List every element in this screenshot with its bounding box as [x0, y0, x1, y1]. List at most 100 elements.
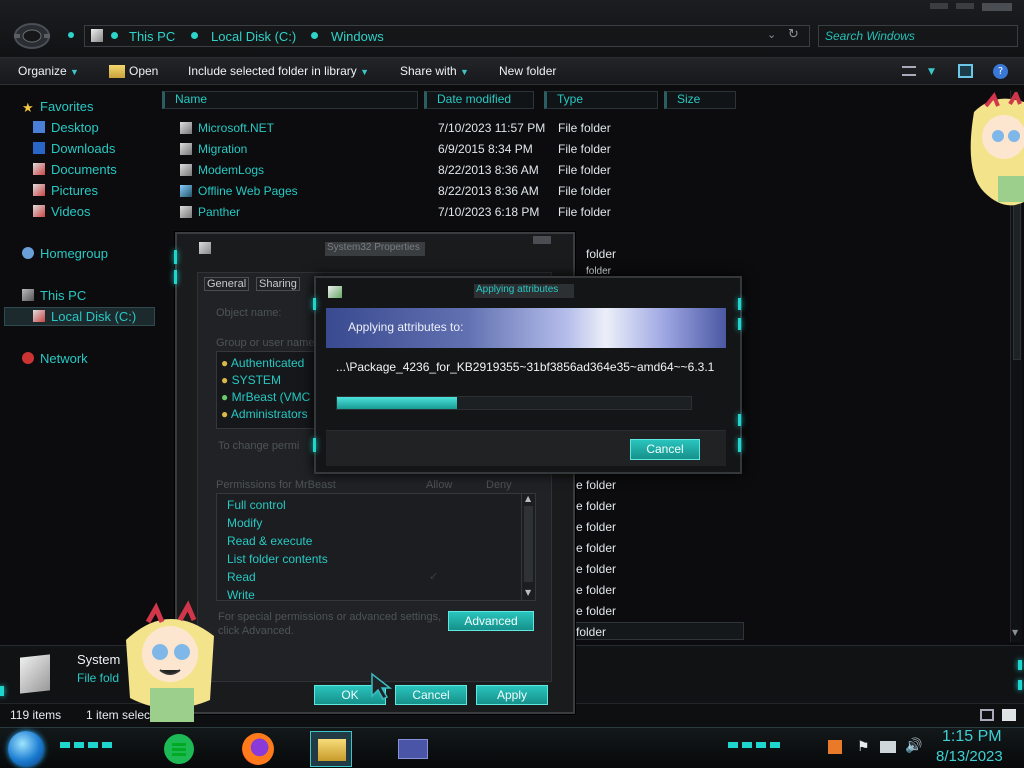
nav-favorites-label: Favorites: [40, 99, 94, 114]
preview-pane-icon[interactable]: [958, 64, 973, 78]
firefox-icon[interactable]: [242, 733, 274, 765]
clock-date[interactable]: 8/13/2023: [936, 748, 1003, 765]
column-header-size[interactable]: Size: [664, 91, 736, 109]
character-decoration: [964, 89, 1024, 216]
list-item[interactable]: ● Authenticated: [221, 356, 304, 370]
view-options-icon[interactable]: [902, 66, 916, 76]
chevron-down-icon[interactable]: ⌄: [767, 28, 776, 41]
start-button[interactable]: [8, 731, 44, 767]
nav-downloads[interactable]: Downloads: [33, 141, 115, 156]
homegroup-icon: [22, 247, 34, 259]
spotify-icon[interactable]: [164, 734, 194, 764]
tab-sharing[interactable]: Sharing: [256, 277, 300, 291]
search-input[interactable]: [819, 26, 1017, 46]
new-folder-button[interactable]: New folder: [499, 64, 556, 78]
file-row[interactable]: Panther 7/10/2023 6:18 PM File folder: [178, 202, 618, 222]
column-header-name[interactable]: Name: [162, 91, 418, 109]
downloads-icon: [33, 142, 45, 154]
back-forward-orb-icon[interactable]: [12, 20, 52, 52]
nav-network[interactable]: Network: [22, 351, 88, 366]
computer-icon: [22, 289, 34, 301]
check-icon: ✓: [429, 570, 439, 583]
folder-icon: [91, 29, 103, 42]
dialog-header-banner: Applying attributes to:: [326, 308, 726, 348]
cancel-button[interactable]: Cancel: [630, 439, 700, 460]
control-panel-taskbar-button[interactable]: [392, 734, 434, 764]
folder-icon: [180, 143, 192, 155]
nav-videos[interactable]: Videos: [33, 204, 91, 219]
nav-desktop-label: Desktop: [51, 120, 99, 135]
list-item[interactable]: ● MrBeast (VMC: [221, 390, 310, 404]
maximize-button[interactable]: [956, 3, 974, 9]
user-name: Administrators: [230, 407, 308, 421]
desktop-icon: [33, 121, 45, 133]
breadcrumb-this-pc[interactable]: This PC: [129, 29, 175, 44]
flag-icon[interactable]: ⚑: [857, 738, 870, 755]
file-type-fragment: folder: [576, 625, 607, 639]
file-row[interactable]: ModemLogs 8/22/2013 8:36 AM File folder: [178, 160, 618, 180]
nav-local-disk[interactable]: Local Disk (C:): [33, 309, 136, 324]
file-type: File folder: [558, 163, 611, 177]
scroll-down-icon[interactable]: ▼: [1012, 628, 1018, 637]
list-item[interactable]: ● Administrators: [221, 407, 308, 421]
minimize-button[interactable]: [930, 3, 948, 9]
chevron-down-icon: ▼: [360, 67, 370, 77]
cancel-button[interactable]: Cancel: [395, 685, 467, 705]
clock-time[interactable]: 1:15 PM: [942, 728, 1002, 746]
volume-icon[interactable]: 🔊: [905, 737, 922, 754]
command-bar: Organize ▼ Open Include selected folder …: [0, 58, 1024, 85]
user-list[interactable]: ● Authenticated ● SYSTEM ● MrBeast (VMC …: [216, 351, 316, 429]
column-header-date[interactable]: Date modified: [424, 91, 534, 109]
user-name: MrBeast (VMC: [231, 390, 311, 404]
mouse-cursor-icon: [371, 672, 392, 700]
drive-icon: [33, 310, 45, 322]
breadcrumb[interactable]: This PC Local Disk (C:) Windows ⌄ ↻: [84, 25, 810, 47]
scrollbar-thumb[interactable]: [524, 506, 533, 582]
organize-menu[interactable]: Organize ▼: [18, 64, 79, 78]
breadcrumb-windows[interactable]: Windows: [331, 29, 384, 44]
open-button[interactable]: Open: [129, 64, 158, 78]
search-field[interactable]: [818, 25, 1018, 47]
file-row[interactable]: Offline Web Pages 8/22/2013 8:36 AM File f…: [178, 181, 618, 201]
network-tray-icon[interactable]: [880, 741, 896, 753]
advanced-button[interactable]: Advanced: [448, 611, 534, 631]
file-row[interactable]: Microsoft.NET 7/10/2023 11:57 PM File fold…: [178, 118, 618, 138]
close-button[interactable]: [533, 236, 551, 244]
scroll-up-icon[interactable]: ▲: [525, 494, 531, 503]
permissions-scrollbar[interactable]: ▲ ▼: [521, 494, 535, 600]
tab-general[interactable]: General: [204, 277, 250, 291]
include-library-menu[interactable]: Include selected folder in library ▼: [188, 64, 369, 78]
chevron-down-icon[interactable]: ▼: [928, 67, 935, 77]
nav-desktop[interactable]: Desktop: [33, 120, 99, 135]
nav-favorites[interactable]: ★ Favorites: [22, 99, 94, 115]
file-date: 8/22/2013 8:36 AM: [438, 184, 539, 198]
permissions-list[interactable]: Full control Modify Read & execute List …: [216, 493, 536, 602]
details-view-icon[interactable]: [980, 709, 994, 721]
accent-light: [738, 298, 741, 310]
documents-icon: [33, 163, 45, 175]
recent-dot-icon[interactable]: [68, 32, 74, 38]
column-header-type[interactable]: Type: [544, 91, 658, 109]
nav-this-pc[interactable]: This PC: [22, 288, 86, 303]
file-explorer-taskbar-button[interactable]: [310, 731, 352, 767]
accent-light: [313, 298, 316, 310]
apply-button[interactable]: Apply: [476, 685, 548, 705]
refresh-icon[interactable]: ↻: [788, 27, 799, 42]
nav-videos-label: Videos: [51, 204, 91, 219]
nav-documents[interactable]: Documents: [33, 162, 117, 177]
file-row[interactable]: Migration 6/9/2015 8:34 PM File folder: [178, 139, 618, 159]
tiles-view-icon[interactable]: [1002, 709, 1016, 721]
nav-homegroup[interactable]: Homegroup: [22, 246, 108, 261]
pictures-icon: [33, 184, 45, 196]
group-label: Group or user names:: [216, 337, 323, 349]
applying-path: ...\Package_4236_for_KB2919355~31bf3856a…: [336, 360, 715, 374]
permission-item: Read & execute: [227, 534, 313, 548]
share-with-menu[interactable]: Share with ▼: [400, 64, 469, 78]
tray-app-icon[interactable]: [828, 740, 842, 754]
close-button[interactable]: [982, 3, 1012, 11]
scroll-down-icon[interactable]: ▼: [525, 588, 531, 597]
nav-pictures[interactable]: Pictures: [33, 183, 98, 198]
list-item[interactable]: ● SYSTEM: [221, 373, 281, 387]
breadcrumb-local-disk[interactable]: Local Disk (C:): [211, 29, 296, 44]
help-icon[interactable]: ?: [993, 64, 1008, 79]
